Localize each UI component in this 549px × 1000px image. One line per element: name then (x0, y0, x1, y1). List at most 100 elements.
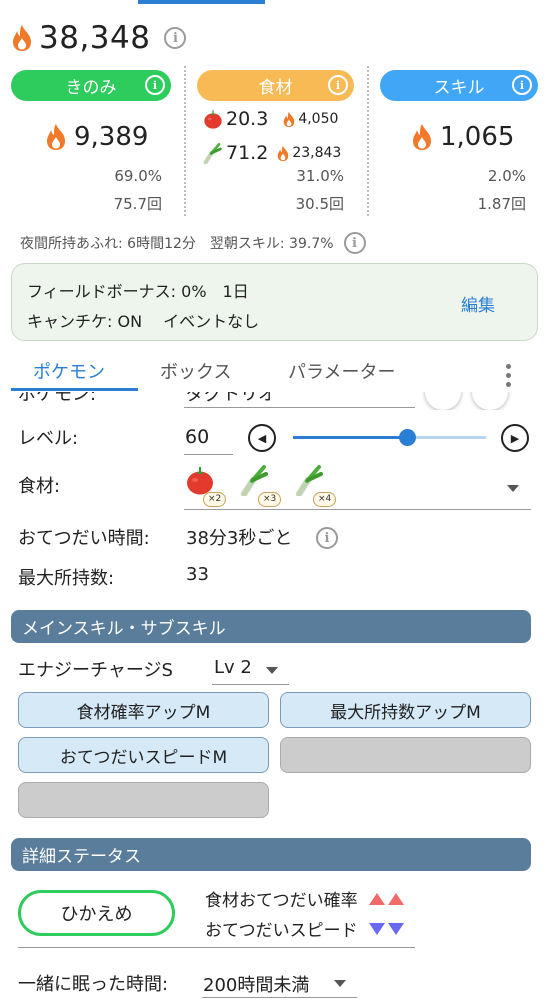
edit-button[interactable]: 編集 (461, 291, 495, 316)
ingredient-column: 食材 i (197, 70, 354, 101)
pokemon-row: ポケモン: ダグトリオ (0, 392, 549, 410)
info-icon[interactable]: i (316, 527, 338, 549)
sleep-time-value: 200時間未満 (203, 975, 310, 996)
main-skill-level-select[interactable]: Lv 2 (212, 653, 289, 685)
tab-underline (11, 388, 138, 391)
ingredient-label: 食材 (258, 78, 293, 98)
berry-strength: 9,389 (44, 122, 148, 152)
skill-label: スキル (433, 78, 485, 98)
nature-down-text: おてつだいスピード (205, 921, 358, 941)
level-increase-button[interactable]: ▶ (501, 424, 529, 452)
pokemon-value[interactable]: ダグトリオ (186, 392, 276, 406)
nature-underline (18, 947, 415, 948)
ingredient-select[interactable]: ×2 ×3 ×4 (184, 460, 531, 510)
main-skill-name: エナジーチャージS (18, 660, 173, 681)
berry-ratio: 69.0% (114, 167, 162, 185)
flame-icon (282, 111, 296, 128)
tab-parameter[interactable]: パラメーター (288, 358, 395, 384)
pokemon-underline (184, 407, 415, 408)
sub-skill-empty-slot[interactable] (18, 782, 269, 818)
skills-section-header: メインスキル・サブスキル (11, 610, 531, 643)
sub-skill-button[interactable]: 最大所持数アップM (280, 692, 531, 728)
field-bonus-text: フィールドボーナス: 0% 1日 (27, 282, 249, 301)
column-separator (184, 66, 186, 216)
total-strength-value: 38,348 (39, 20, 151, 56)
ingredient-count: 30.5回 (295, 195, 344, 213)
nature-button[interactable]: ひかえめ (18, 890, 175, 936)
tab-bar: ポケモン ボックス パラメーター (0, 352, 549, 392)
column-separator (367, 66, 369, 216)
sleep-time-label: 一緒に眠った時間: (18, 974, 169, 995)
help-time-label: おてつだい時間: (18, 528, 150, 549)
up-arrow-icon (368, 892, 385, 905)
sub-skill-empty-slot[interactable] (280, 737, 531, 773)
field-bonus-box[interactable]: フィールドボーナス: 0% 1日 キャンチケ: ON イベントなし 編集 (11, 263, 538, 341)
up-arrow-icon (387, 892, 404, 905)
skill-strength: 1,065 (410, 122, 514, 152)
detail-section-header: 詳細ステータス (11, 838, 531, 871)
flame-icon (10, 24, 34, 52)
flame-icon (410, 123, 434, 151)
active-tab-indicator (138, 0, 265, 4)
level-decrease-button[interactable]: ◀ (248, 424, 276, 452)
nature-up-effect: 食材おてつだい確率 (205, 886, 404, 911)
pokemon-action-button[interactable] (425, 392, 461, 410)
sleep-time-select[interactable]: 200時間未満 (202, 965, 357, 998)
help-time-value: 38分3秒ごと (186, 528, 293, 549)
pokemon-action-button[interactable] (472, 392, 508, 410)
skill-ratio: 2.0% (487, 167, 526, 185)
info-icon[interactable]: i (343, 232, 366, 254)
ingredient-ratio: 31.0% (296, 167, 344, 185)
berry-label: きのみ (65, 78, 117, 98)
chevron-down-icon (266, 667, 278, 674)
tab-pokemon[interactable]: ポケモン (33, 358, 105, 384)
level-input[interactable]: 60 (184, 423, 233, 455)
skill-pill: スキル i (380, 70, 538, 101)
ingredient-1-strength: 4,050 (298, 111, 339, 127)
chevron-down-icon (507, 485, 519, 492)
total-strength-row: 38,348 i (10, 20, 187, 56)
chevron-down-icon (334, 980, 346, 987)
leek-icon (203, 142, 223, 164)
ingredient-info-icon[interactable]: i (328, 75, 348, 95)
nature-up-text: 食材おてつだい確率 (205, 891, 358, 911)
ingredient-2-amount: 71.2 (226, 142, 269, 164)
berry-column: きのみ i (11, 70, 171, 101)
ingredient-line-1: 20.3 4,050 (203, 108, 338, 130)
main-skill-level: Lv 2 (214, 657, 252, 678)
max-carry-label: 最大所持数: (18, 568, 115, 589)
flame-icon (276, 145, 290, 162)
level-slider-thumb[interactable] (399, 429, 416, 446)
nature-down-effect: おてつだいスピード (205, 916, 404, 941)
overflow-note: 夜間所持あふれ: 6時間12分 翌朝スキル: 39.7% i (20, 232, 366, 254)
tomato-icon (203, 108, 223, 130)
pokemon-label: ポケモン: (18, 392, 97, 405)
ingredient-pill: 食材 i (197, 70, 354, 101)
ingredient-count-badge: ×3 (258, 492, 282, 507)
overflow-note-text: 夜間所持あふれ: 6時間12分 翌朝スキル: 39.7% (20, 236, 334, 252)
down-arrow-icon (387, 922, 404, 935)
level-label: レベル: (18, 428, 79, 449)
sub-skill-button[interactable]: 食材確率アップM (18, 692, 269, 728)
skill-info-icon[interactable]: i (512, 75, 532, 95)
ingredient-line-2: 71.2 23,843 (203, 142, 341, 164)
flame-icon (44, 123, 68, 151)
tab-box[interactable]: ボックス (160, 358, 231, 384)
more-menu-icon[interactable] (506, 364, 512, 391)
berry-info-icon[interactable]: i (145, 75, 165, 95)
ingredient-1-amount: 20.3 (226, 108, 269, 130)
level-slider[interactable] (293, 436, 486, 439)
berry-count: 75.7回 (113, 195, 162, 213)
berry-pill: きのみ i (11, 70, 171, 101)
sub-skill-button[interactable]: おてつだいスピードM (18, 737, 269, 773)
skill-count: 1.87回 (477, 195, 526, 213)
ingredient-count-badge: ×2 (203, 492, 227, 507)
max-carry-value: 33 (186, 564, 209, 585)
ingredient-2-strength: 23,843 (292, 145, 342, 161)
down-arrow-icon (368, 922, 385, 935)
ingredient-select-label: 食材: (18, 476, 61, 497)
info-icon[interactable]: i (164, 27, 187, 49)
ingredient-count-badge: ×4 (313, 492, 337, 507)
berry-strength-value: 9,389 (74, 122, 149, 152)
level-slider-fill (293, 436, 407, 439)
